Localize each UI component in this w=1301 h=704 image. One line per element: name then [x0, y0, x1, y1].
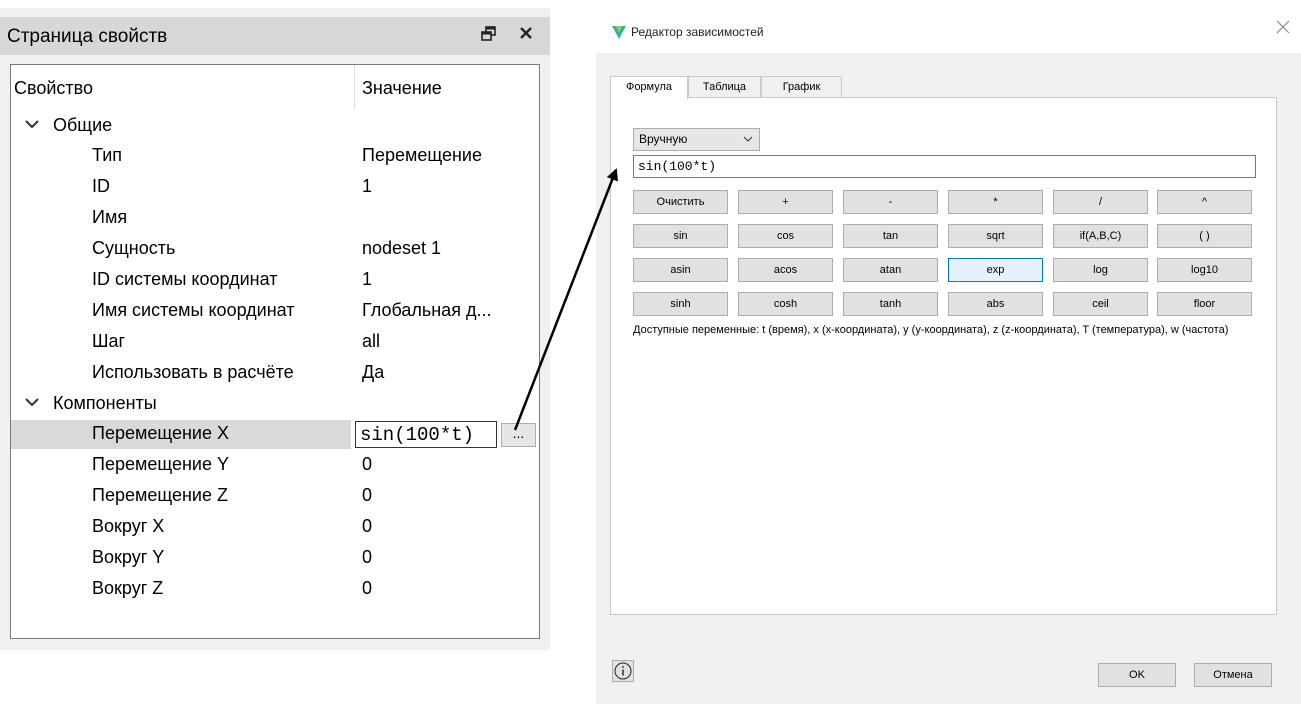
tanh-button[interactable]: tanh — [843, 292, 938, 316]
property-value: Перемещение — [362, 145, 482, 165]
table-row[interactable]: Использовать в расчёте Да — [11, 359, 539, 388]
plus-button[interactable]: + — [738, 190, 833, 214]
property-value: 0 — [362, 547, 373, 567]
property-label: Перемещение Y — [92, 454, 229, 474]
property-label: Вокруг X — [92, 516, 165, 536]
ceil-button[interactable]: ceil — [1053, 292, 1148, 316]
mode-select-value: Вручную — [639, 132, 688, 146]
table-row[interactable]: ID системы координат 1 — [11, 266, 539, 295]
property-value: 0 — [362, 454, 373, 474]
sin-button[interactable]: sin — [633, 224, 728, 248]
log-button[interactable]: log — [1053, 258, 1148, 282]
property-label: Перемещение X — [92, 423, 229, 443]
table-row[interactable]: Вокруг X 0 — [11, 513, 539, 542]
property-value: 1 — [362, 176, 373, 196]
group-label: Компоненты — [53, 393, 157, 413]
cosh-button[interactable]: cosh — [738, 292, 833, 316]
exp-button[interactable]: exp — [948, 258, 1043, 282]
chevron-down-icon[interactable] — [24, 395, 40, 409]
property-label: ID системы координат — [92, 269, 278, 289]
chevron-down-icon[interactable] — [24, 117, 40, 131]
acos-button[interactable]: acos — [738, 258, 833, 282]
property-label: ID — [92, 176, 110, 196]
column-header-value[interactable]: Значение — [362, 78, 442, 99]
table-row[interactable]: Имя системы координат Глобальная д... — [11, 297, 539, 326]
cancel-button[interactable]: Отмена — [1194, 663, 1272, 687]
property-label: Шаг — [92, 331, 126, 351]
value-edit-field[interactable]: sin(100*t) — [355, 421, 497, 448]
asin-button[interactable]: asin — [633, 258, 728, 282]
dependency-editor-dialog: Редактор зависимостей Формула Таблица Гр… — [596, 8, 1301, 704]
property-label: Перемещение Z — [92, 485, 228, 505]
close-icon[interactable] — [518, 25, 534, 46]
property-label: Тип — [92, 145, 123, 165]
table-row[interactable]: Перемещение Y 0 — [11, 451, 539, 480]
divide-button[interactable]: / — [1053, 190, 1148, 214]
property-value: 0 — [362, 578, 373, 598]
parentheses-button[interactable]: ( ) — [1157, 224, 1252, 248]
formula-tab-pane: Вручную sin(100*t) Очистить + - * / ^ si… — [610, 97, 1277, 615]
property-value: all — [362, 331, 381, 351]
open-editor-button[interactable]: ... — [501, 423, 536, 447]
property-page-header: Страница свойств — [0, 17, 550, 55]
tan-button[interactable]: tan — [843, 224, 938, 248]
chevron-down-icon — [743, 136, 753, 142]
mode-select[interactable]: Вручную — [633, 128, 760, 151]
table-row[interactable]: Шаг all — [11, 328, 539, 357]
property-grid: Свойство Значение Общие Тип Перемещение I… — [10, 64, 540, 639]
table-row[interactable]: Вокруг Y 0 — [11, 544, 539, 573]
table-row[interactable]: Перемещение Z 0 — [11, 482, 539, 511]
dialog-title-bar[interactable]: Редактор зависимостей — [596, 8, 1301, 53]
tab-graph[interactable]: График — [761, 76, 842, 98]
group-label: Общие — [53, 115, 113, 135]
property-label: Вокруг Y — [92, 547, 165, 567]
table-row[interactable]: ID 1 — [11, 173, 539, 202]
group-general[interactable]: Общие — [11, 112, 539, 141]
minus-button[interactable]: - — [843, 190, 938, 214]
close-icon[interactable] — [1276, 20, 1290, 34]
multiply-button[interactable]: * — [948, 190, 1043, 214]
log10-button[interactable]: log10 — [1157, 258, 1252, 282]
sinh-button[interactable]: sinh — [633, 292, 728, 316]
dialog-title: Редактор зависимостей — [631, 25, 764, 39]
property-value: Да — [362, 362, 385, 382]
tab-table[interactable]: Таблица — [688, 76, 761, 98]
property-page-title: Страница свойств — [7, 26, 168, 47]
property-value: 0 — [362, 516, 373, 536]
table-row-selected[interactable]: Перемещение X sin(100*t) ... — [11, 420, 539, 449]
table-row[interactable]: Вокруг Z 0 — [11, 575, 539, 604]
floor-button[interactable]: floor — [1157, 292, 1252, 316]
property-value: nodeset 1 — [362, 238, 442, 258]
sqrt-button[interactable]: sqrt — [948, 224, 1043, 248]
table-row[interactable]: Тип Перемещение — [11, 142, 539, 171]
property-label: Имя — [92, 207, 128, 227]
info-icon — [614, 662, 632, 680]
group-components[interactable]: Компоненты — [11, 390, 539, 419]
property-label: Сущность — [92, 238, 176, 258]
property-value: 0 — [362, 485, 373, 505]
variables-note: Доступные переменные: t (время), x (x-ко… — [633, 324, 1229, 336]
table-row[interactable]: Сущность nodeset 1 — [11, 235, 539, 264]
ok-button[interactable]: OK — [1098, 663, 1176, 687]
atan-button[interactable]: atan — [843, 258, 938, 282]
cos-button[interactable]: cos — [738, 224, 833, 248]
restore-icon[interactable] — [480, 25, 498, 48]
property-label: Использовать в расчёте — [92, 362, 294, 382]
column-divider[interactable] — [354, 65, 355, 109]
column-header-property[interactable]: Свойство — [14, 78, 93, 99]
property-label: Вокруг Z — [92, 578, 164, 598]
abs-button[interactable]: abs — [948, 292, 1043, 316]
clear-button[interactable]: Очистить — [633, 190, 728, 214]
power-button[interactable]: ^ — [1157, 190, 1252, 214]
property-value: Глобальная д... — [362, 300, 492, 320]
table-row[interactable]: Имя — [11, 204, 539, 233]
property-label: Имя системы координат — [92, 300, 295, 320]
if-button[interactable]: if(A,B,C) — [1053, 224, 1148, 248]
app-logo-icon — [612, 26, 626, 39]
property-page-panel: Страница свойств Свойство Значение Общие… — [0, 8, 550, 650]
property-value: 1 — [362, 269, 373, 289]
info-button[interactable] — [612, 660, 634, 682]
tab-formula[interactable]: Формула — [610, 76, 688, 99]
formula-input[interactable]: sin(100*t) — [633, 155, 1256, 178]
